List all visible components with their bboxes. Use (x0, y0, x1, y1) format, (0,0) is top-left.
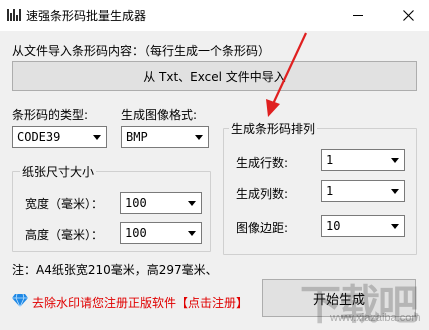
chevron-down-icon (386, 216, 404, 236)
close-button[interactable] (388, 0, 429, 31)
margin-select[interactable]: 10 (321, 215, 405, 237)
minimize-button[interactable] (344, 0, 372, 31)
image-format-value: BMP (126, 130, 148, 144)
cols-value: 1 (326, 184, 334, 198)
close-icon (403, 10, 414, 21)
import-label: 从文件导入条形码内容：（每行生成一个条形码） (12, 44, 271, 58)
paper-size-title: 纸张尺寸大小 (20, 163, 97, 180)
margin-value: 10 (326, 219, 341, 233)
chevron-down-icon (88, 127, 106, 147)
paper-width-select[interactable]: 100 (120, 192, 202, 214)
window-title: 速强条形码批量生成器 (26, 9, 147, 23)
barcode-type-value: CODE39 (17, 130, 61, 144)
rows-value: 1 (326, 153, 334, 167)
rows-label: 生成行数: (236, 156, 289, 170)
import-file-button[interactable]: 从 Txt、Excel 文件中导入 (12, 61, 417, 91)
app-icon (7, 9, 21, 21)
chevron-down-icon (386, 150, 404, 170)
chevron-down-icon (386, 181, 404, 201)
image-format-label: 生成图像格式: (121, 108, 198, 122)
layout-title: 生成条形码排列 (229, 120, 318, 137)
paper-width-value: 100 (125, 196, 147, 210)
register-link[interactable]: 去除水印请您注册正版软件【点击注册】 (32, 294, 248, 311)
watermark-domain: www.xiazaiba.com (330, 312, 421, 324)
chevron-down-icon (190, 127, 208, 147)
a4-note: 注：A4纸张宽210毫米，高297毫米、 (12, 263, 218, 277)
chevron-down-icon (183, 223, 201, 243)
chevron-down-icon (183, 193, 201, 213)
barcode-type-label: 条形码的类型: (12, 108, 89, 122)
barcode-type-select[interactable]: CODE39 (12, 126, 107, 148)
paper-height-value: 100 (125, 226, 147, 240)
title-bar: 速强条形码批量生成器 (0, 0, 429, 31)
rows-select[interactable]: 1 (321, 149, 405, 171)
cols-label: 生成列数: (236, 187, 289, 201)
margin-label: 图像边距: (236, 221, 289, 235)
paper-width-label: 宽度（毫米）： (25, 197, 104, 211)
cols-select[interactable]: 1 (321, 180, 405, 202)
paper-height-select[interactable]: 100 (120, 222, 202, 244)
image-format-select[interactable]: BMP (121, 126, 209, 148)
paper-height-label: 高度（毫米）： (25, 228, 104, 242)
diamond-icon (12, 293, 28, 307)
